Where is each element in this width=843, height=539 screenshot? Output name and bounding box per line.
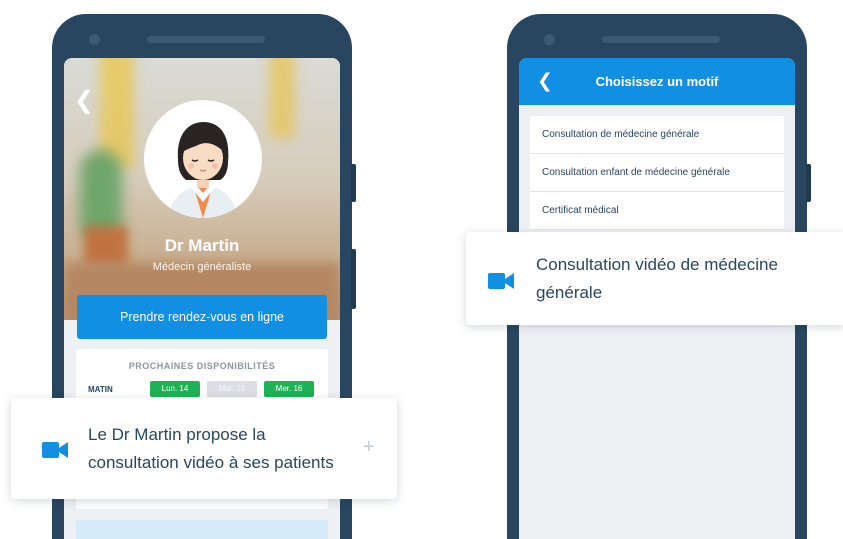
day-slot-wednesday[interactable]: Mer. 16 [264,381,314,397]
motif-item[interactable]: Consultation enfant de médecine générale [530,154,784,192]
callout-text: Le Dr Martin propose la consultation vid… [88,421,368,477]
motif-item[interactable]: Certificat médical [530,192,784,230]
callout-line: Consultation vidéo de médecine [536,255,778,274]
day-slot-tuesday: Mar. 15 [207,381,257,397]
availability-title: PROCHAINES DISPONIBILITÉS [128,361,276,371]
info-card [76,520,328,539]
book-appointment-button[interactable]: Prendre rendez-vous en ligne [77,295,327,339]
header-title: Choisissez un motif [595,74,719,89]
callout-line: générale [536,283,603,302]
video-camera-icon [42,441,68,464]
phone-side-button [351,249,356,309]
video-camera-icon [488,272,514,295]
callout-text: Consultation vidéo de médecine générale [536,251,826,307]
phone-camera [544,34,555,45]
doctor-specialty: Médecin généraliste [152,261,252,273]
doctor-name: Dr Martin [164,236,240,255]
phone-side-button [806,164,811,202]
doctor-avatar [144,100,262,218]
hero-blur-decoration [269,58,295,138]
plus-icon[interactable]: + [363,436,375,459]
phone-side-button [351,164,356,202]
callout-line: Le Dr Martin propose la [88,425,266,444]
video-consult-motif-callout[interactable]: Consultation vidéo de médecine générale [466,232,843,325]
profile-hero-background: ❮ Dr Martin Médecin généraliste [64,58,340,320]
video-consult-callout[interactable]: Le Dr Martin propose la consultation vid… [11,398,397,499]
chevron-left-icon[interactable]: ❮ [74,86,94,115]
doctor-illustration [168,122,238,218]
motif-list: Consultation de médecine générale Consul… [530,116,784,230]
phone-speaker [147,36,265,43]
callout-line: consultation vidéo à ses patients [88,453,334,472]
motif-item[interactable]: Consultation de médecine générale [530,116,784,154]
phone-camera [89,34,100,45]
slot-label-morning: MATIN [88,385,113,394]
day-slot-monday[interactable]: Lun. 14 [150,381,200,397]
screen-header: ❮ Choisissez un motif [519,58,795,105]
phone-speaker [602,36,720,43]
